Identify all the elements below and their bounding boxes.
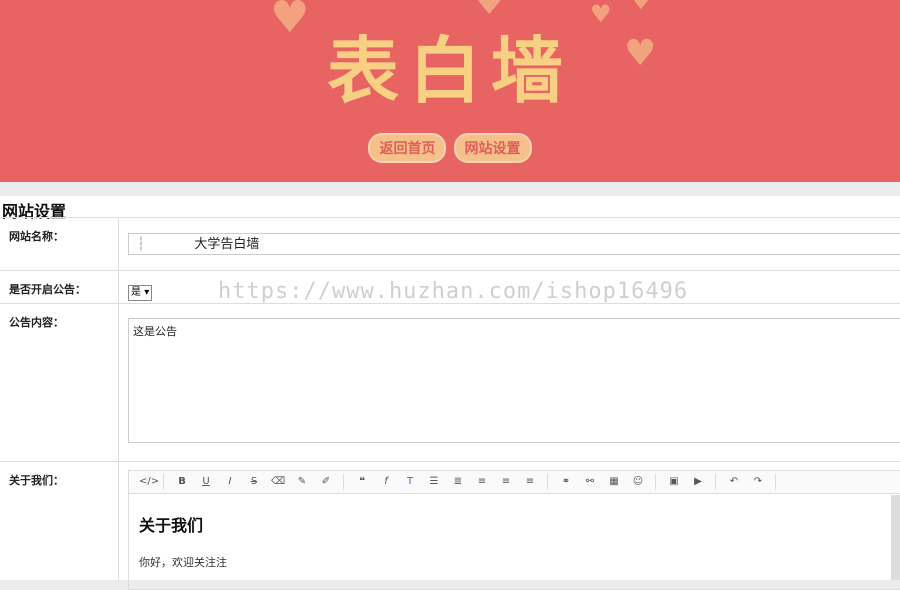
rich-text-editor[interactable]: </> B U I S ⌫ ✎ ✐ ❝ f T ☰ ≣ ≡ ≡ ≡ ⚭ ⚯ ▦ … <box>128 470 900 590</box>
site-title: 表白墙 <box>326 29 573 113</box>
about-field-wrap: </> B U I S ⌫ ✎ ✐ ❝ f T ☰ ≣ ≡ ≡ ≡ ⚭ ⚯ ▦ … <box>128 470 900 590</box>
unlink-icon[interactable]: ⚯ <box>583 475 597 489</box>
editor-toolbar: </> B U I S ⌫ ✎ ✐ ❝ f T ☰ ≣ ≡ ≡ ≡ ⚭ ⚯ ▦ … <box>129 471 900 494</box>
notice-toggle-field-wrap: 是 ▾ <box>128 280 153 301</box>
align-center-icon[interactable]: ≡ <box>499 475 513 489</box>
watermark: https://www.huzhan.com/ishop16496 <box>218 279 689 304</box>
notice-toggle-label: 是否开启公告： <box>0 271 119 304</box>
video-icon[interactable]: ▶ <box>691 475 705 489</box>
pencil-icon[interactable]: ✎ <box>295 475 309 489</box>
numbered-list-icon[interactable]: ≣ <box>451 475 465 489</box>
notice-toggle-value: 是 <box>131 287 141 298</box>
site-name-row: 网站名称： ┆ 大学告白墙 <box>0 217 900 271</box>
banner: ♥ ♥ ♥ ♥ ♥ 表白墙 返回首页 网站设置 <box>0 0 900 182</box>
emoji-icon[interactable]: ☺ <box>631 475 645 489</box>
about-label: 关于我们： <box>0 462 119 581</box>
code-icon[interactable]: </> <box>139 475 159 489</box>
editor-scrollbar[interactable] <box>891 495 900 580</box>
site-name-label: 网站名称： <box>0 218 119 271</box>
table-icon[interactable]: ▦ <box>607 475 621 489</box>
text-color-icon[interactable]: T <box>403 475 417 489</box>
notice-content-label: 公告内容： <box>0 304 119 462</box>
align-right-icon[interactable]: ≡ <box>523 475 537 489</box>
heart-icon: ♥ <box>632 0 650 14</box>
redo-icon[interactable]: ↷ <box>751 475 765 489</box>
notice-toggle-select[interactable]: 是 ▾ <box>128 285 153 301</box>
link-icon[interactable]: ⚭ <box>559 475 573 489</box>
toolbar-divider <box>343 474 344 490</box>
align-left-icon[interactable]: ≡ <box>475 475 489 489</box>
undo-icon[interactable]: ↶ <box>727 475 741 489</box>
toolbar-divider <box>655 474 656 490</box>
toolbar-divider <box>163 474 164 490</box>
toolbar-divider <box>715 474 716 490</box>
bullet-list-icon[interactable]: ☰ <box>427 475 441 489</box>
notice-content-row: 公告内容： 这是公告 <box>0 303 900 462</box>
nav-bar: 返回首页 网站设置 <box>0 133 900 163</box>
chevron-down-icon: ▾ <box>144 287 150 298</box>
font-icon[interactable]: f <box>379 475 393 489</box>
spacer <box>0 182 900 196</box>
quote-icon[interactable]: ❝ <box>355 475 369 489</box>
home-button[interactable]: 返回首页 <box>368 133 447 163</box>
image-icon[interactable]: ▣ <box>667 475 681 489</box>
redacted-prefix: ┆ <box>137 237 195 252</box>
bold-icon[interactable]: B <box>175 475 189 489</box>
strikethrough-icon[interactable]: S <box>247 475 261 489</box>
brush-icon[interactable]: ✐ <box>319 475 333 489</box>
toolbar-divider <box>547 474 548 490</box>
editor-content[interactable]: 关于我们 你好，欢迎关注注 <box>129 494 900 588</box>
site-name-value: 大学告白墙 <box>194 237 260 252</box>
about-row: 关于我们： </> B U I S ⌫ ✎ ✐ ❝ f T ☰ ≣ ≡ ≡ ≡ … <box>0 461 900 590</box>
italic-icon[interactable]: I <box>223 475 237 489</box>
settings-button[interactable]: 网站设置 <box>453 133 532 163</box>
underline-icon[interactable]: U <box>199 475 213 489</box>
notice-content-textarea[interactable]: 这是公告 <box>128 318 900 443</box>
eraser-icon[interactable]: ⌫ <box>271 475 285 489</box>
settings-panel: 网站设置 网站名称： ┆ 大学告白墙 是否开启公告： 是 ▾ 公告内容： 这是公… <box>0 196 900 590</box>
about-heading: 关于我们 <box>139 516 204 535</box>
about-paragraph: 你好，欢迎关注注 <box>139 556 227 569</box>
notice-content-field-wrap: 这是公告 <box>128 318 900 443</box>
site-name-field-wrap: ┆ 大学告白墙 <box>128 233 900 255</box>
site-name-input[interactable]: ┆ 大学告白墙 <box>128 233 900 255</box>
toolbar-divider <box>775 474 776 490</box>
